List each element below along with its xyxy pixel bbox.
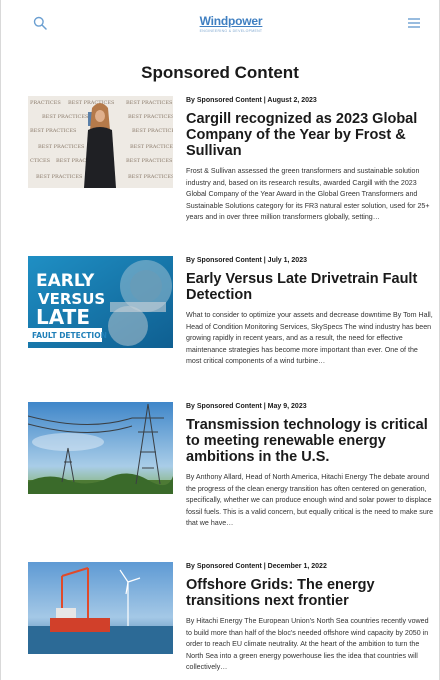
svg-text:CTICES: CTICES [30,158,51,164]
article-excerpt: By Anthony Allard, Head of North America… [186,473,434,527]
article-byline: By Sponsored Content | August 2, 2023 [186,97,317,104]
site-logo-text: Windpower [199,13,263,28]
article-card: PRACTICES BEST PRACTICES BEST PRACTICES BE… [28,96,438,224]
article-thumbnail[interactable]: PRACTICES BEST PRACTICES BEST PRACTICES BE… [28,96,173,188]
thumbnail-text-late: LATE [36,305,90,329]
article-title-link[interactable]: Early Versus Late Drivetrain Fault Detec… [186,271,434,303]
svg-text:BEST PRACTICES: BEST PRACTICES [126,158,173,164]
svg-text:BEST PRACTICES: BEST PRACTICES [30,128,77,134]
menu-icon[interactable] [403,12,425,34]
svg-text:BEST PRACTICES: BEST PRACTICES [128,174,173,180]
article-body: By Sponsored Content | July 1, 2023 Earl… [186,256,434,368]
transmission-towers-image [28,402,173,494]
article-card: EARLY VERSUS LATE FAULT DETECTION By Spo… [28,256,438,368]
article-card: By Sponsored Content | December 1, 2022 … [28,562,438,674]
article-excerpt: By Hitachi Energy The European Union's N… [186,617,429,671]
article-body: By Sponsored Content | May 9, 2023 Trans… [186,402,434,530]
svg-text:BEST PRACTICES: BEST PRACTICES [36,174,83,180]
article-byline: By Sponsored Content | May 9, 2023 [186,403,307,410]
page: Windpower ENGINEERING & DEVELOPMENT Spon… [0,0,440,680]
article-thumbnail[interactable] [28,402,173,494]
thumbnail-banner-text: FAULT DETECTION [32,331,107,340]
article-excerpt: What to consider to optimize your assets… [186,311,433,365]
article-byline: By Sponsored Content | July 1, 2023 [186,257,307,264]
article-body: By Sponsored Content | December 1, 2022 … [186,562,434,674]
article-title-link[interactable]: Cargill recognized as 2023 Global Compan… [186,111,434,159]
search-icon[interactable] [29,12,51,34]
article-byline: By Sponsored Content | December 1, 2022 [186,563,327,570]
page-title: Sponsored Content [141,63,299,82]
svg-text:BEST PRACTICES: BEST PRACTICES [132,128,173,134]
svg-text:BEST PRACTICES: BEST PRACTICES [68,100,115,106]
svg-text:BEST PRACTICES: BEST PRACTICES [42,114,89,120]
article-title-link[interactable]: Transmission technology is critical to m… [186,417,434,465]
article-title-link[interactable]: Offshore Grids: The energy transitions n… [186,577,434,609]
article-thumbnail[interactable] [28,562,173,654]
svg-text:BEST PRACTICES: BEST PRACTICES [126,100,173,106]
award-photo-image: PRACTICES BEST PRACTICES BEST PRACTICES BE… [28,96,173,188]
offshore-platform-image [28,562,173,654]
svg-text:BEST PRACTICES: BEST PRACTICES [130,144,173,150]
site-logo-tagline: ENGINEERING & DEVELOPMENT [199,28,263,33]
top-bar: Windpower ENGINEERING & DEVELOPMENT [1,0,439,46]
site-logo[interactable]: Windpower ENGINEERING & DEVELOPMENT [200,14,263,33]
drivetrain-graphic-image: EARLY VERSUS LATE FAULT DETECTION [28,256,173,348]
svg-text:PRACTICES: PRACTICES [30,100,61,106]
svg-text:BEST PRACTICES: BEST PRACTICES [128,114,173,120]
article-excerpt: Frost & Sullivan assessed the green tran… [186,167,430,221]
thumbnail-text-early: EARLY [36,271,95,291]
article-thumbnail[interactable]: EARLY VERSUS LATE FAULT DETECTION [28,256,173,348]
article-body: By Sponsored Content | August 2, 2023 Ca… [186,96,434,224]
svg-text:BEST PRACTICES: BEST PRACTICES [38,144,85,150]
article-card: By Sponsored Content | May 9, 2023 Trans… [28,402,438,530]
